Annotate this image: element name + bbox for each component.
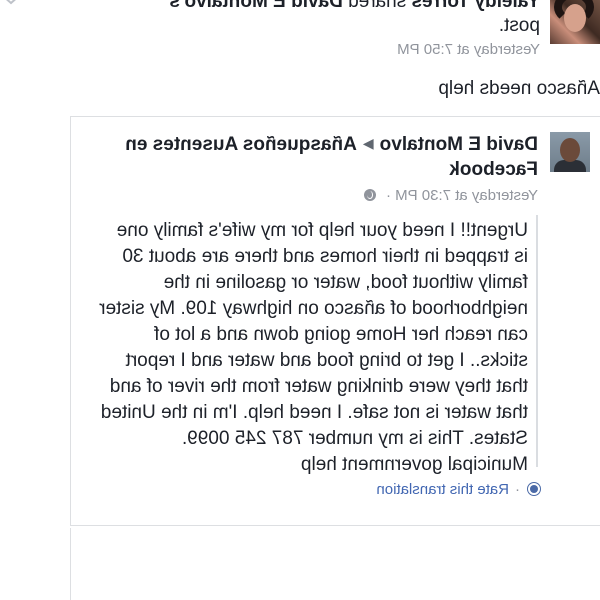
shared-object-link[interactable]: post. bbox=[499, 14, 540, 38]
globe-icon[interactable] bbox=[363, 189, 376, 201]
outer-timestamp[interactable]: Yesterday at 7:50 PM bbox=[397, 40, 540, 60]
chevron-down-icon[interactable] bbox=[0, 0, 22, 8]
shared-timestamp[interactable]: Yesterday at 7:30 PM bbox=[395, 187, 538, 204]
mirrored-screenshot: Yaleidy Torres shared David E Montalvo's… bbox=[0, 0, 600, 600]
comment-area bbox=[70, 528, 600, 600]
shared-post-body: Urgent!! I need your help for my wife's … bbox=[99, 220, 528, 475]
avatar-face bbox=[564, 4, 586, 32]
triangle-right-icon: ▶ bbox=[362, 135, 374, 151]
outer-author-link[interactable]: Yaleidy Torres bbox=[412, 0, 541, 12]
rate-translation-link[interactable]: Rate this translation bbox=[376, 481, 509, 498]
outer-post-message: Añasco needs help bbox=[438, 78, 600, 99]
shared-post-header: David E Montalvo▶Añasqueños Ausentes en … bbox=[98, 131, 538, 182]
avatar[interactable] bbox=[550, 132, 590, 172]
outer-verb: shared bbox=[348, 0, 407, 12]
avatar-head bbox=[560, 138, 580, 162]
avatar[interactable] bbox=[550, 0, 600, 44]
translation-footer: · Rate this translation bbox=[376, 480, 540, 500]
shared-author-link[interactable]: David E Montalvo bbox=[380, 134, 538, 155]
translate-separator: · bbox=[515, 481, 520, 498]
outer-post-title: Yaleidy Torres shared David E Montalvo's bbox=[169, 0, 540, 14]
outer-post-header: Yaleidy Torres shared David E Montalvo's… bbox=[0, 0, 600, 70]
gear-icon[interactable] bbox=[528, 483, 540, 495]
shared-post-meta: Yesterday at 7:30 PM · bbox=[363, 186, 538, 206]
translated-text-block: Urgent!! I need your help for my wife's … bbox=[96, 215, 538, 475]
shared-post-card: David E Montalvo▶Añasqueños Ausentes en … bbox=[70, 116, 600, 526]
meta-separator: · bbox=[385, 187, 391, 204]
shared-from-link[interactable]: David E Montalvo's bbox=[169, 0, 342, 12]
